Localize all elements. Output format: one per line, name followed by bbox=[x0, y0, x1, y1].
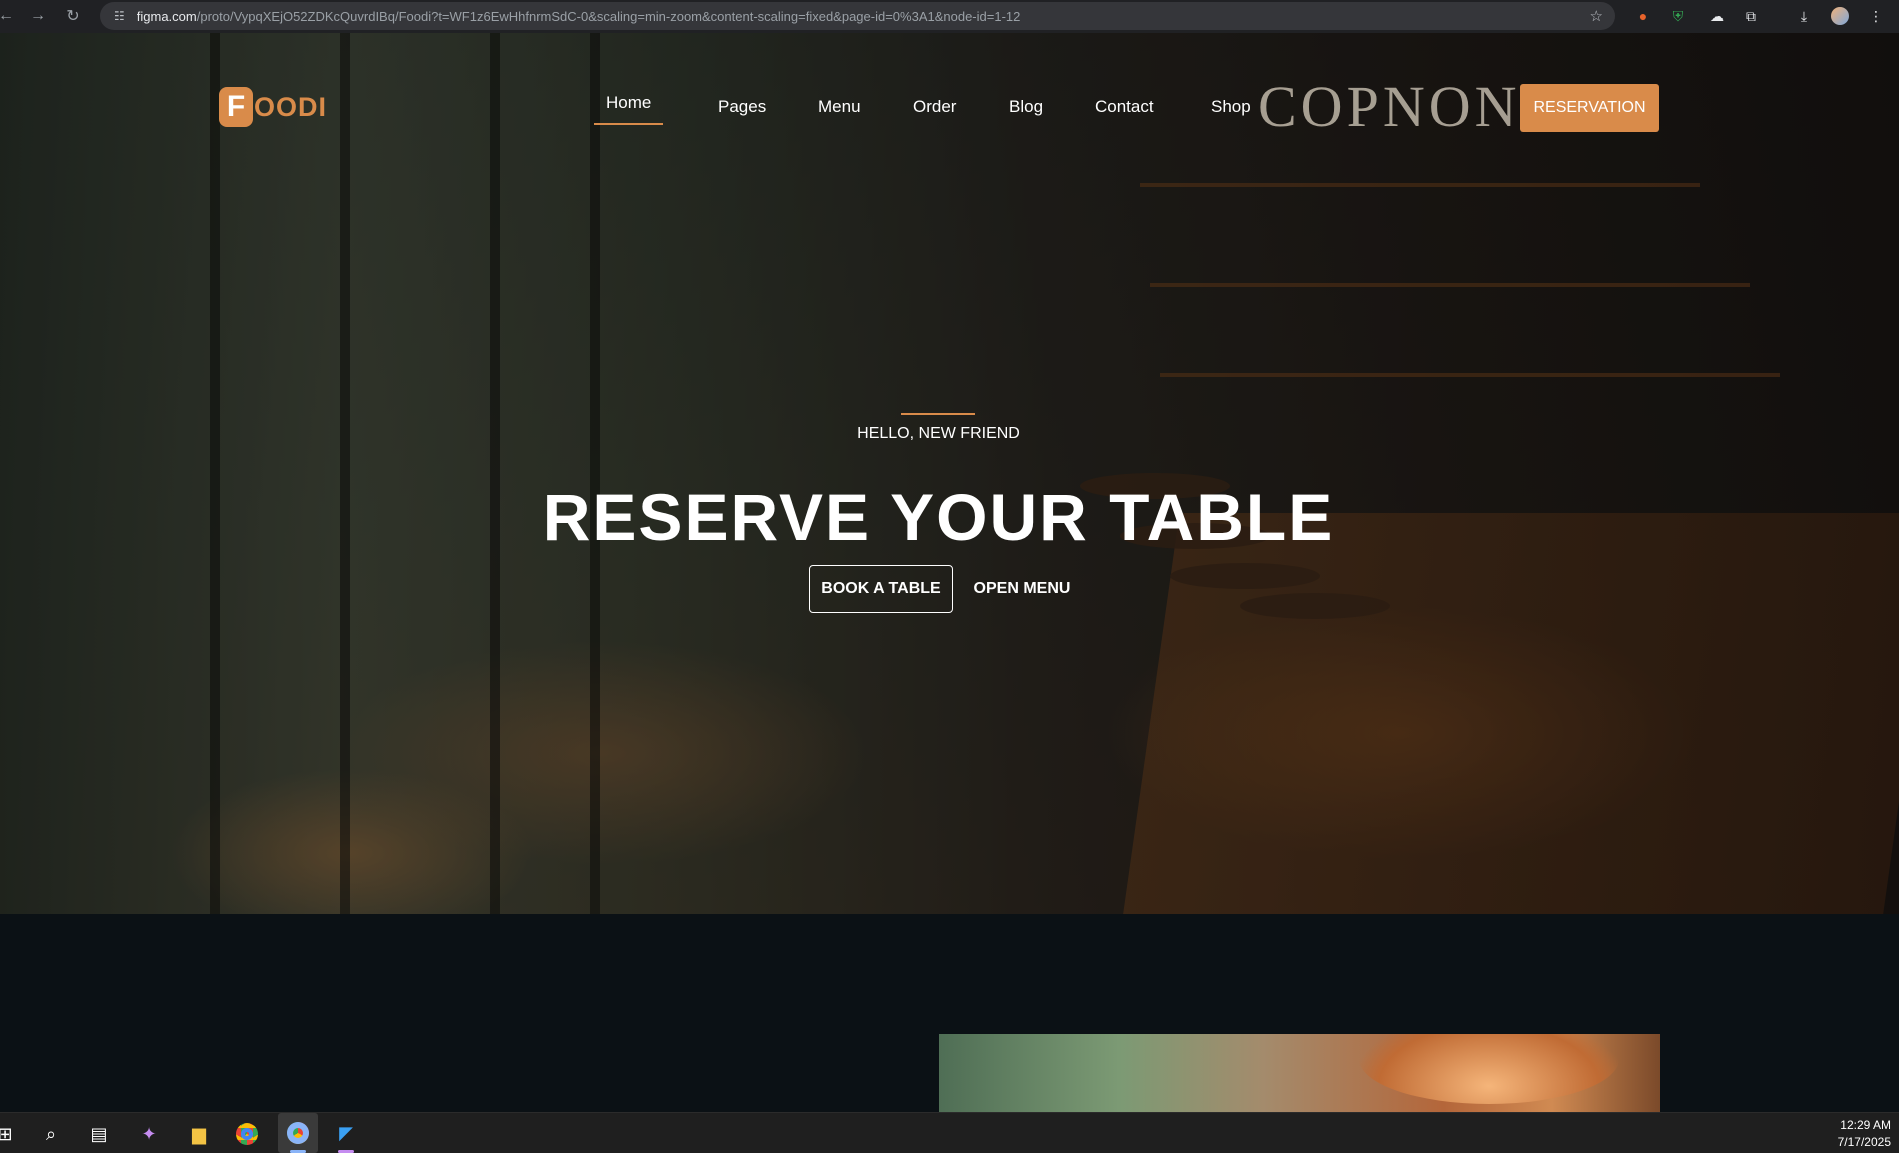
nav-shop[interactable]: Shop bbox=[1211, 97, 1251, 125]
windows-start-icon[interactable]: ⊞ bbox=[0, 1121, 18, 1147]
forward-icon[interactable]: → bbox=[26, 4, 50, 28]
clock-time: 12:29 AM bbox=[1840, 1118, 1891, 1132]
shop-sign: COPNON bbox=[1258, 74, 1521, 139]
extensions-puzzle-icon[interactable]: ⧉ bbox=[1741, 6, 1761, 26]
back-icon[interactable]: ← bbox=[0, 4, 18, 28]
search-icon[interactable]: ⌕ bbox=[38, 1121, 64, 1147]
hero-overlay bbox=[0, 33, 1899, 914]
extension-fox-icon[interactable]: ● bbox=[1633, 6, 1653, 26]
nav-pages[interactable]: Pages bbox=[718, 97, 766, 125]
chrome-profile-icon[interactable] bbox=[285, 1120, 311, 1146]
extension-shield-icon[interactable]: ⛨ bbox=[1668, 6, 1688, 26]
system-clock[interactable]: 12:29 AM 7/17/2025 bbox=[1838, 1117, 1891, 1151]
reload-icon[interactable]: ↻ bbox=[61, 4, 85, 28]
book-table-button[interactable]: BOOK A TABLE bbox=[809, 565, 953, 613]
nav-order[interactable]: Order bbox=[913, 97, 956, 125]
nav-menu[interactable]: Menu bbox=[818, 97, 861, 125]
url-path: /proto/VypqXEjO52ZDKcQuvrdIBq/Foodi?t=WF… bbox=[196, 8, 1021, 24]
browser-menu-icon[interactable]: ⋮ bbox=[1866, 6, 1886, 26]
site-info-icon[interactable]: ☷ bbox=[114, 9, 125, 23]
clock-date: 7/17/2025 bbox=[1837, 1135, 1891, 1149]
hero-section: COPNON F OODI Home Pages Menu Order Blog… bbox=[0, 33, 1899, 914]
logo-text: OODI bbox=[254, 91, 328, 122]
open-menu-button[interactable]: OPEN MENU bbox=[962, 565, 1082, 613]
chef-photo bbox=[939, 1034, 1660, 1112]
reservation-button[interactable]: RESERVATION bbox=[1520, 84, 1659, 132]
nav-blog[interactable]: Blog bbox=[1009, 97, 1043, 125]
copilot-icon[interactable]: ✦ bbox=[136, 1121, 162, 1147]
file-explorer-icon[interactable]: ▆ bbox=[186, 1121, 212, 1147]
about-section bbox=[0, 914, 1899, 1112]
profile-avatar[interactable] bbox=[1830, 6, 1850, 26]
hero-divider bbox=[901, 413, 975, 415]
url-host: figma.com bbox=[136, 8, 197, 24]
site-logo[interactable]: F OODI bbox=[219, 87, 327, 127]
url-text: figma.com/proto/VypqXEjO52ZDKcQuvrdIBq/F… bbox=[137, 9, 1021, 24]
nav-contact[interactable]: Contact bbox=[1095, 97, 1154, 125]
bookmark-star-icon[interactable]: ☆ bbox=[1590, 7, 1603, 25]
task-view-icon[interactable]: ▤ bbox=[86, 1121, 112, 1147]
logo-letter: F bbox=[219, 87, 253, 127]
address-bar[interactable]: ☷ figma.com/proto/VypqXEjO52ZDKcQuvrdIBq… bbox=[100, 2, 1615, 30]
hero-kicker: HELLO, NEW FRIEND bbox=[857, 425, 1020, 442]
vscode-icon[interactable]: ◤ bbox=[333, 1120, 359, 1146]
download-icon[interactable]: ⤓ bbox=[1794, 6, 1814, 26]
browser-toolbar: ← → ↻ ☷ figma.com/proto/VypqXEjO52ZDKcQu… bbox=[0, 0, 1899, 33]
hero-headline: RESERVE YOUR TABLE bbox=[542, 480, 1335, 554]
lamp-shape bbox=[1359, 1034, 1619, 1104]
extension-cloud-icon[interactable]: ☁ bbox=[1707, 6, 1727, 26]
chrome-icon[interactable] bbox=[234, 1121, 260, 1147]
nav-home[interactable]: Home bbox=[594, 93, 664, 125]
